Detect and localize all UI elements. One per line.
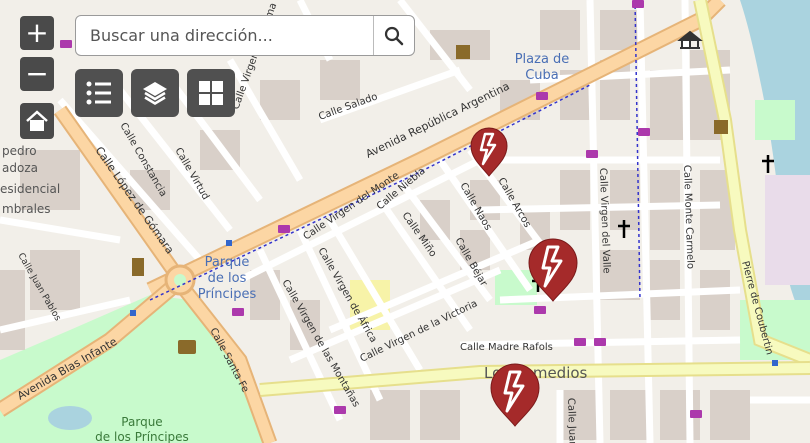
label-calle-juan: Calle Juan	[565, 398, 578, 443]
label-left-edge-1: pedro	[2, 144, 37, 158]
label-left-edge-4: mbrales	[2, 202, 51, 216]
label-plaza-de-cuba-1: Plaza de	[515, 52, 570, 67]
label-parque-3: Príncipes	[198, 287, 257, 302]
search-input[interactable]	[76, 16, 374, 55]
search-box	[75, 15, 415, 56]
label-park-1: Parque	[121, 415, 162, 429]
green-patch-2	[755, 100, 795, 140]
book-icon	[178, 340, 196, 354]
layers-button[interactable]	[131, 69, 179, 117]
cemetery-area	[765, 175, 810, 285]
list-button[interactable]	[75, 69, 123, 117]
label-parque-2: de los	[208, 271, 247, 286]
monument-icon	[132, 258, 144, 276]
label-park-2: de los Príncipes	[95, 430, 189, 443]
grid-icon	[199, 81, 223, 105]
label-plaza-de-cuba-2: Cuba	[525, 68, 559, 83]
map-canvas[interactable]: Avenida República Argentina Calle López …	[0, 0, 810, 443]
zoom-out-button[interactable]: −	[20, 57, 54, 91]
pond	[48, 406, 92, 430]
label-left-edge-2: adoza	[2, 161, 38, 175]
zoom-in-button[interactable]: +	[20, 16, 54, 50]
search-icon	[384, 26, 404, 45]
search-button[interactable]	[373, 16, 414, 55]
label-parque-1: Parque	[205, 255, 250, 270]
label-calle-madre-rafols: Calle Madre Rafols	[460, 342, 553, 353]
label-left-edge-3: esidencial	[0, 182, 60, 196]
layers-icon	[143, 82, 167, 105]
home-button[interactable]	[20, 103, 54, 139]
grid-button[interactable]	[187, 69, 235, 117]
home-icon	[26, 110, 48, 131]
list-icon	[86, 81, 111, 105]
